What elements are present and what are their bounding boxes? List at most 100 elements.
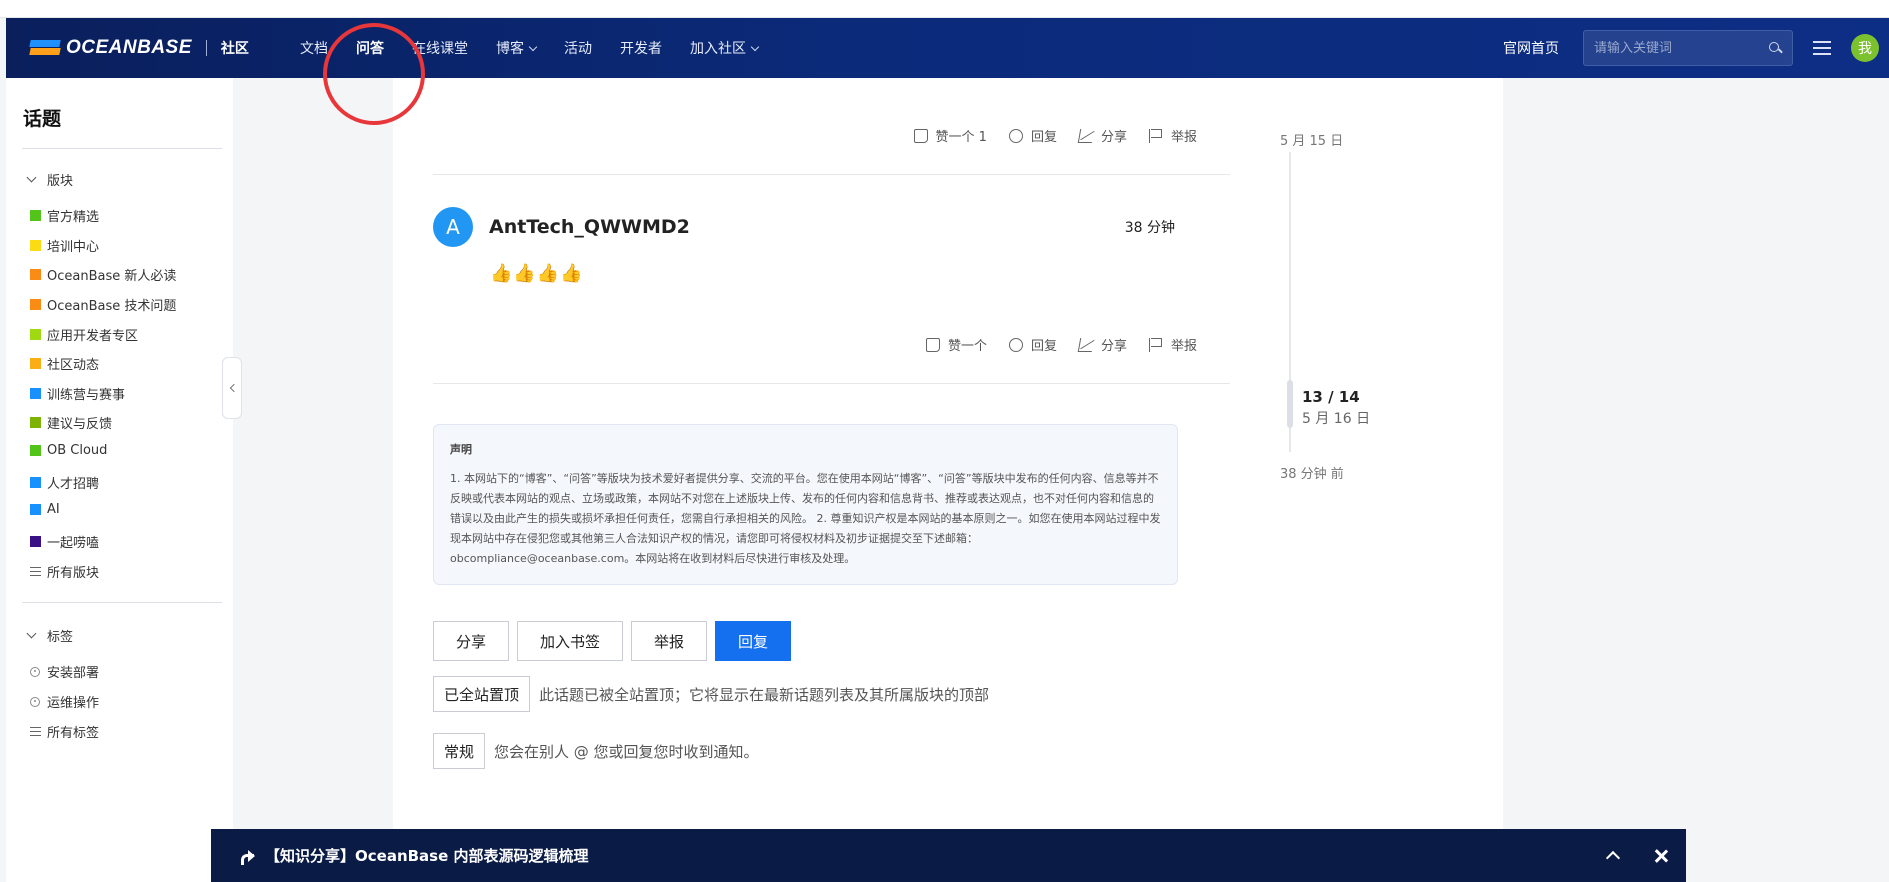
annotation-circle — [323, 23, 425, 125]
sidebar-title: 话题 — [23, 108, 62, 130]
reply-button[interactable]: 回复 — [1008, 126, 1057, 145]
notice-text: 1. 本网站下的“博客”、“问答”等版块为技术爱好者提供分享、交流的平台。您在使… — [450, 472, 1161, 565]
category-color-swatch — [30, 417, 41, 428]
user-avatar[interactable]: 我 — [1851, 34, 1879, 62]
sidebar-item-jobs[interactable]: 人才招聘 — [30, 473, 99, 492]
browser-chrome-strip — [0, 0, 1889, 18]
chevron-left-icon — [229, 383, 238, 393]
disclaimer-notice: 声明 1. 本网站下的“博客”、“问答”等版块为技术爱好者提供分享、交流的平台。… — [433, 424, 1178, 585]
report-topic-button[interactable]: 举报 — [631, 621, 708, 661]
official-home-link[interactable]: 官网首页 — [1503, 38, 1559, 58]
author-name[interactable]: AntTech_QWWMD2 — [489, 216, 690, 238]
category-color-swatch — [30, 269, 41, 280]
list-icon — [30, 566, 41, 577]
reply-topic-button[interactable]: 回复 — [715, 621, 792, 661]
comment-icon — [1008, 337, 1023, 352]
timeline-scroll-handle[interactable] — [1287, 380, 1293, 428]
sidebar-item-all-tags[interactable]: 所有标签 — [30, 722, 99, 741]
notification-status: 常规 您会在别人 @ 您或回复您时收到通知。 — [433, 733, 759, 769]
composer-topic-title: 【知识分享】OceanBase 内部表源码逻辑梳理 — [265, 847, 589, 865]
sidebar-item-feedback[interactable]: 建议与反馈 — [30, 413, 112, 432]
sidebar-tag-ops[interactable]: 运维操作 — [30, 692, 99, 711]
oceanbase-logo-icon — [29, 38, 61, 58]
category-color-swatch — [30, 536, 41, 547]
timeline-end-label[interactable]: 38 分钟 前 — [1280, 463, 1344, 482]
category-color-swatch — [30, 240, 41, 251]
pinned-globally-button[interactable]: 已全站置顶 — [433, 676, 531, 712]
sidebar-tag-install[interactable]: 安装部署 — [30, 662, 99, 681]
flag-icon — [1148, 128, 1163, 143]
sidebar-item-chat[interactable]: 一起唠嗑 — [30, 532, 99, 551]
report-button[interactable]: 举报 — [1148, 126, 1197, 145]
site-logo[interactable]: OCEANBASE 社区 — [29, 37, 249, 59]
sidebar-section-tags[interactable]: 标签 — [26, 626, 73, 645]
chevron-up-icon[interactable] — [1605, 850, 1621, 866]
sidebar-item-bootcamp[interactable]: 训练营与赛事 — [30, 384, 125, 403]
logo-separator — [205, 40, 207, 56]
sidebar-item-all-categories[interactable]: 所有版块 — [30, 562, 99, 581]
list-icon — [30, 726, 41, 737]
sidebar-item-official[interactable]: 官方精选 — [30, 206, 99, 225]
sidebar-item-community-news[interactable]: 社区动态 — [30, 354, 99, 373]
nav-developers[interactable]: 开发者 — [620, 38, 662, 58]
sidebar-section-categories[interactable]: 版块 — [26, 170, 73, 189]
post-divider — [433, 383, 1230, 384]
category-color-swatch — [30, 358, 41, 369]
close-icon[interactable] — [1654, 849, 1668, 863]
nav-blog[interactable]: 博客 — [496, 38, 538, 58]
post-time[interactable]: 38 分钟 — [1125, 217, 1175, 237]
header-right: 官网首页 我 — [1503, 18, 1889, 78]
category-color-swatch — [30, 504, 41, 515]
sidebar-item-newcomer[interactable]: OceanBase 新人必读 — [30, 265, 176, 284]
share-topic-button[interactable]: 分享 — [433, 621, 510, 661]
post-body: 👍👍👍👍 — [490, 263, 584, 284]
sidebar-collapse-handle[interactable] — [222, 357, 242, 419]
reply-arrow-icon — [239, 849, 255, 865]
sidebar-item-ob-cloud[interactable]: OB Cloud — [30, 443, 107, 458]
top-navigation-bar: OCEANBASE 社区 文档 问答 在线课堂 博客 活动 开发者 加入社区 官… — [6, 18, 1889, 78]
timeline-start-date[interactable]: 5 月 15 日 — [1280, 130, 1343, 149]
nav-docs[interactable]: 文档 — [300, 38, 328, 58]
like-button[interactable]: 赞一个 — [925, 335, 987, 354]
notice-title: 声明 — [450, 443, 472, 456]
composer-minimized-bar[interactable]: 【知识分享】OceanBase 内部表源码逻辑梳理 — [211, 829, 1686, 882]
community-label: 社区 — [220, 41, 249, 57]
like-button[interactable]: 赞一个 1 — [913, 126, 987, 145]
nav-events[interactable]: 活动 — [564, 38, 592, 58]
sidebar-item-tech-questions[interactable]: OceanBase 技术问题 — [30, 295, 176, 314]
category-color-swatch — [30, 210, 41, 221]
nav-join-community[interactable]: 加入社区 — [690, 38, 760, 58]
search-icon[interactable] — [1768, 41, 1782, 55]
topic-footer-buttons: 分享 加入书签 举报 回复 — [433, 621, 799, 661]
sidebar-item-training[interactable]: 培训中心 — [30, 236, 99, 255]
report-button[interactable]: 举报 — [1148, 335, 1197, 354]
chevron-down-icon — [750, 42, 760, 51]
share-icon — [1077, 128, 1095, 143]
share-button[interactable]: 分享 — [1077, 335, 1127, 354]
post-actions: 赞一个 回复 分享 举报 — [904, 335, 1197, 354]
category-color-swatch — [30, 477, 41, 488]
reply-button[interactable]: 回复 — [1008, 335, 1057, 354]
category-color-swatch — [30, 388, 41, 399]
thumbs-up-icon — [913, 128, 928, 143]
sidebar: 话题 版块 官方精选 培训中心 OceanBase 新人必读 OceanBase… — [6, 78, 233, 882]
comment-icon — [1008, 128, 1023, 143]
pinned-description: 此话题已被全站置顶；它将显示在最新话题列表及其所属版块的顶部 — [539, 685, 990, 704]
bookmark-button[interactable]: 加入书签 — [517, 621, 624, 661]
share-icon — [1077, 337, 1095, 352]
author-avatar[interactable]: A — [433, 207, 473, 247]
chevron-down-icon — [528, 42, 538, 51]
sidebar-item-app-dev[interactable]: 应用开发者专区 — [30, 325, 138, 344]
hamburger-menu-icon[interactable] — [1813, 40, 1831, 56]
chevron-down-icon — [26, 628, 37, 639]
pinned-status: 已全站置顶 此话题已被全站置顶；它将显示在最新话题列表及其所属版块的顶部 — [433, 676, 989, 712]
post-actions-previous: 赞一个 1 回复 分享 举报 — [892, 126, 1197, 145]
timeline-position: 13 / 14 — [1302, 388, 1360, 406]
tag-icon — [30, 666, 40, 677]
topic-timeline: 5 月 15 日 13 / 14 5 月 16 日 38 分钟 前 — [1270, 78, 1450, 528]
notification-level-button[interactable]: 常规 — [433, 733, 486, 769]
sidebar-divider — [22, 602, 222, 603]
search-input[interactable] — [1594, 40, 1768, 56]
share-button[interactable]: 分享 — [1077, 126, 1127, 145]
sidebar-item-ai[interactable]: AI — [30, 502, 60, 517]
